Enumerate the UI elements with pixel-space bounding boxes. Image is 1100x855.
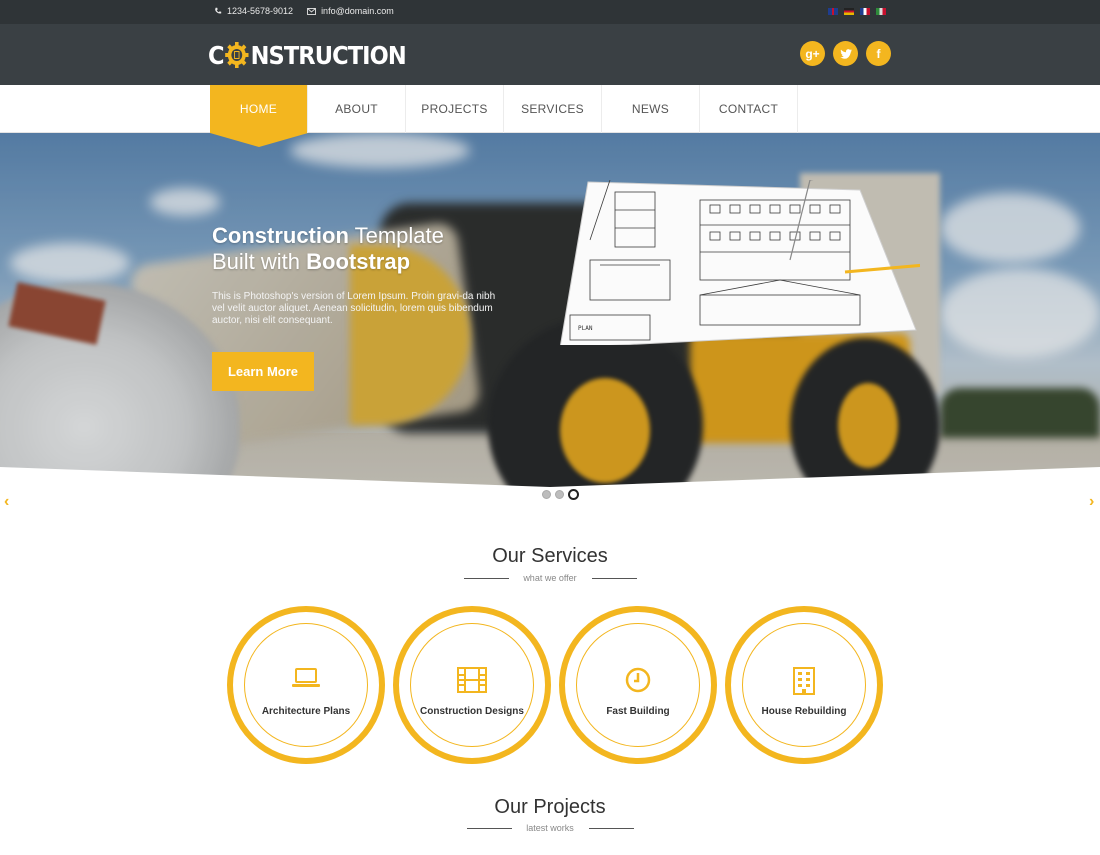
service-label: Fast Building (606, 706, 670, 717)
svg-text:PLAN: PLAN (578, 325, 593, 332)
building-icon (731, 667, 877, 695)
logo-text: NSTRUCTION (250, 40, 407, 70)
divider-line (589, 828, 634, 829)
social-links: g+ f (800, 41, 891, 66)
hero-slider: PLAN Construction Template Built with Bo… (0, 133, 1100, 518)
nav-list: HOME ABOUT PROJECTS SERVICES NEWS CONTAC… (210, 85, 798, 147)
nav-item-about[interactable]: ABOUT (308, 85, 406, 133)
slider-dots (542, 489, 579, 500)
service-label: Construction Designs (420, 706, 524, 717)
slider-next-icon[interactable]: › (1089, 493, 1094, 511)
top-bar: 1234-5678-9012 info@domain.com (0, 0, 1100, 24)
hero-title-rest-1: Template (348, 223, 444, 248)
email-contact[interactable]: info@domain.com (307, 6, 394, 16)
slider-dot[interactable] (542, 490, 551, 499)
phone-contact[interactable]: 1234-5678-9012 (214, 6, 293, 16)
phone-number: 1234-5678-9012 (227, 6, 294, 16)
projects-subtitle: latest works (526, 823, 574, 833)
hero-title: Construction Template Built with Bootstr… (212, 223, 502, 275)
service-house-rebuilding[interactable]: House Rebuilding (725, 606, 883, 764)
phone-icon (215, 7, 222, 14)
projects-title: Our Projects (494, 796, 606, 818)
email-address: info@domain.com (321, 6, 394, 16)
slider-dot[interactable] (555, 490, 564, 499)
gear-logo-icon (225, 42, 249, 68)
divider-line (592, 578, 637, 579)
slider-dot-active[interactable] (568, 489, 579, 500)
flag-uk-icon[interactable] (828, 8, 838, 15)
film-icon (399, 667, 545, 693)
hero-description: This is Photoshop's version of Lorem Ips… (212, 291, 496, 326)
service-construction-designs[interactable]: Construction Designs (393, 606, 551, 764)
clock-icon (565, 667, 711, 693)
nav-item-home[interactable]: HOME (210, 85, 308, 147)
facebook-icon[interactable]: f (866, 41, 891, 66)
learn-more-button[interactable]: Learn More (212, 352, 314, 391)
hero-text: Construction Template Built with Bootstr… (212, 223, 502, 327)
language-flags (828, 8, 886, 15)
flag-de-icon[interactable] (844, 8, 854, 15)
service-fast-building[interactable]: Fast Building (559, 606, 717, 764)
services-title: Our Services (492, 545, 608, 567)
logo[interactable]: C NSTRUCTION (208, 39, 407, 71)
service-label: House Rebuilding (761, 706, 847, 717)
nav-item-news[interactable]: NEWS (602, 85, 700, 133)
site-header: C NSTRUCTION g+ f (0, 24, 1100, 85)
hero-title-pre-2: Built with (212, 249, 307, 274)
service-architecture-plans[interactable]: Architecture Plans (227, 606, 385, 764)
logo-letter-c: C (208, 40, 225, 70)
nav-item-contact[interactable]: CONTACT (700, 85, 798, 133)
nav-item-projects[interactable]: PROJECTS (406, 85, 504, 133)
nav-item-services[interactable]: SERVICES (504, 85, 602, 133)
envelope-icon (307, 7, 316, 15)
main-nav: HOME ABOUT PROJECTS SERVICES NEWS CONTAC… (0, 85, 1100, 147)
twitter-icon[interactable] (833, 41, 858, 66)
flag-it-icon[interactable] (876, 8, 886, 15)
slider-prev-icon[interactable]: ‹ (4, 493, 9, 511)
flag-fr-icon[interactable] (860, 8, 870, 15)
service-label: Architecture Plans (261, 706, 351, 717)
hero-title-bold-2: Bootstrap (306, 249, 411, 274)
google-plus-icon[interactable]: g+ (800, 41, 825, 66)
contact-info: 1234-5678-9012 info@domain.com (214, 6, 394, 16)
hero-overlay (0, 133, 1100, 518)
services-subtitle: what we offer (523, 573, 577, 583)
hero-title-bold-1: Construction (212, 223, 349, 248)
blueprint-sketch: PLAN (560, 180, 920, 345)
laptop-icon (233, 667, 379, 689)
